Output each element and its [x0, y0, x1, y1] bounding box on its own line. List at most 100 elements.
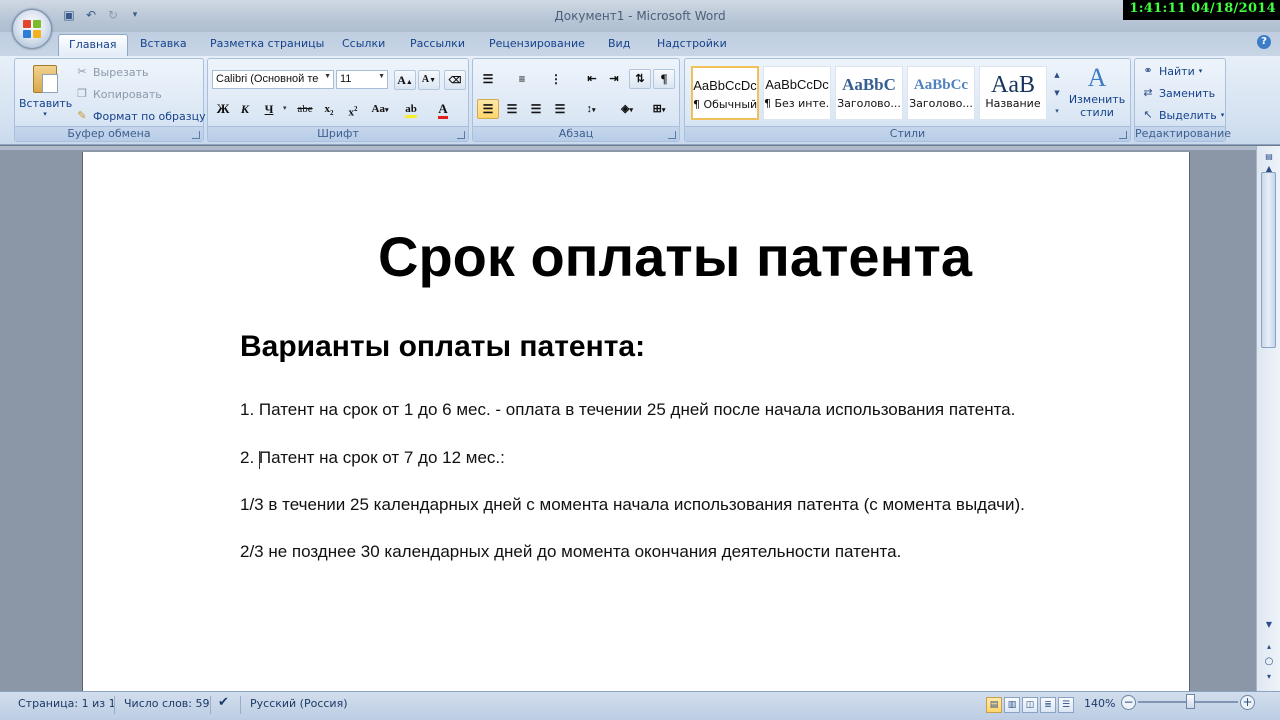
dialog-launcher-icon[interactable]	[668, 131, 676, 139]
tab-review[interactable]: Рецензирование	[489, 37, 585, 50]
italic-button[interactable]: К	[234, 99, 256, 119]
ruler-strip	[0, 146, 1256, 150]
zoom-level[interactable]: 140%	[1084, 697, 1115, 710]
print-layout-view-icon[interactable]: ▤	[986, 697, 1002, 713]
style-heading-2[interactable]: AaBbCc Заголово...	[907, 66, 975, 120]
align-center-button[interactable]: ☰	[501, 99, 523, 119]
vertical-scrollbar[interactable]: ▤ ▲ ▼ ▴ ○ ▾	[1256, 146, 1280, 691]
clock-overlay: 1:41:11 04/18/2014	[1123, 0, 1280, 20]
ribbon: Вставить ▾ ✂ Вырезать ❐ Копировать ✎ Формат…	[0, 56, 1280, 145]
style-name: Заголово...	[837, 97, 901, 110]
align-left-button[interactable]: ☰	[477, 99, 499, 119]
scroll-thumb[interactable]	[1261, 172, 1276, 348]
numbering-button[interactable]: ≡	[511, 69, 533, 89]
copy-label: Копировать	[93, 87, 162, 101]
justify-button[interactable]: ☰	[549, 99, 571, 119]
cut-button[interactable]: ✂ Вырезать	[75, 65, 148, 79]
replace-icon: ⇄	[1143, 86, 1153, 99]
zoom-slider-handle[interactable]	[1186, 694, 1195, 709]
bold-button[interactable]: Ж	[212, 99, 234, 119]
cut-label: Вырезать	[93, 65, 149, 79]
language-indicator[interactable]: Русский (Россия)	[250, 697, 348, 710]
tab-addins[interactable]: Надстройки	[657, 37, 727, 50]
draft-view-icon[interactable]: ☰	[1058, 697, 1074, 713]
find-label: Найти	[1159, 64, 1195, 78]
cursor-icon: ↖	[1143, 108, 1153, 121]
document-paragraph: 1/3 в течении 25 календарных дней с моме…	[240, 495, 1025, 514]
paragraph-group: ☰ ≡ ⋮ ⇤ ⇥ ⇅ ¶ ☰ ☰ ☰ ☰ ↕▾ ◈▾ ⊞▾ Абзац	[472, 58, 680, 142]
web-layout-icon[interactable]: ◫	[1022, 697, 1038, 713]
dialog-launcher-icon[interactable]	[457, 131, 465, 139]
proofing-icon[interactable]: ✔	[218, 695, 229, 710]
increase-indent-button[interactable]: ⇥	[603, 69, 625, 89]
styles-group-label: Стили	[685, 126, 1130, 141]
grow-font-button[interactable]: A▲	[394, 70, 416, 90]
show-formatting-button[interactable]: ¶	[653, 69, 675, 89]
full-screen-reading-icon[interactable]: ▥	[1004, 697, 1020, 713]
style-sample: AaBbCc	[913, 77, 969, 93]
tab-insert[interactable]: Вставка	[140, 37, 187, 50]
document-paragraph: 2. Патент на срок от 7 до 12 мес.:	[240, 448, 505, 467]
previous-page-icon[interactable]: ▴	[1262, 642, 1276, 654]
subscript-button[interactable]: x2	[318, 99, 340, 119]
style-no-spacing[interactable]: AaBbCcDc ¶ Без инте...	[763, 66, 831, 120]
style-sample: AaB	[991, 73, 1035, 97]
chevron-down-icon: ▼	[378, 73, 385, 80]
tab-home[interactable]: Главная	[58, 34, 128, 56]
borders-button[interactable]: ⊞▾	[645, 99, 673, 119]
browse-object-icon[interactable]: ○	[1262, 656, 1276, 668]
word-count[interactable]: Число слов: 59	[124, 697, 210, 710]
dialog-launcher-icon[interactable]	[1119, 131, 1127, 139]
change-styles-label: Изменить стили	[1068, 93, 1126, 119]
styles-scroll[interactable]: ▲ ▼ ▾	[1051, 66, 1063, 120]
page-count[interactable]: Страница: 1 из 1	[18, 697, 116, 710]
dialog-launcher-icon[interactable]	[192, 131, 200, 139]
font-name-input[interactable]: Calibri (Основной те ▼	[212, 70, 334, 89]
outline-view-icon[interactable]: ≣	[1040, 697, 1056, 713]
decrease-indent-button[interactable]: ⇤	[581, 69, 603, 89]
clear-format-button[interactable]: ⌫	[444, 70, 466, 90]
change-styles-button[interactable]: A Изменить стили	[1067, 63, 1127, 123]
ruler-toggle-icon[interactable]: ▤	[1262, 152, 1276, 164]
find-button[interactable]: ⚭ Найти ▾	[1141, 64, 1202, 78]
strikethrough-button[interactable]: abe	[294, 99, 316, 119]
style-normal[interactable]: AaBbCcDc ¶ Обычный	[691, 66, 759, 120]
office-logo-icon	[23, 20, 41, 38]
document-paragraph: 2/3 не позднее 30 календарных дней до мо…	[240, 542, 902, 561]
font-size-input[interactable]: 11 ▼	[336, 70, 388, 89]
multilevel-list-button[interactable]: ⋮	[545, 69, 567, 89]
format-painter-button[interactable]: ✎ Формат по образцу	[75, 109, 205, 123]
tab-page-layout[interactable]: Разметка страницы	[210, 37, 324, 50]
sort-button[interactable]: ⇅	[629, 69, 651, 89]
scroll-down-arrow[interactable]: ▼	[1262, 620, 1276, 632]
tab-references[interactable]: Ссылки	[342, 37, 385, 50]
line-spacing-button[interactable]: ↕▾	[577, 99, 605, 119]
change-case-button[interactable]: Aa▾	[366, 99, 394, 119]
style-title[interactable]: AaB Название	[979, 66, 1047, 120]
font-color-button[interactable]: A	[432, 99, 454, 119]
chevron-down-icon[interactable]: ▾	[283, 104, 287, 112]
paste-button[interactable]: Вставить ▾	[19, 63, 72, 123]
help-icon[interactable]: ?	[1257, 35, 1271, 49]
document-paragraph: 1. Патент на срок от 1 до 6 мес. - оплат…	[240, 400, 1016, 419]
shading-button[interactable]: ◈▾	[613, 99, 641, 119]
bullets-button[interactable]: ☰	[477, 69, 499, 89]
underline-button[interactable]: Ч	[258, 99, 280, 119]
replace-button[interactable]: ⇄ Заменить	[1141, 86, 1215, 100]
style-heading-1[interactable]: AaBbC Заголово...	[835, 66, 903, 120]
chevron-down-icon: ▾	[43, 110, 47, 118]
superscript-button[interactable]: x2	[342, 99, 364, 119]
select-button[interactable]: ↖ Выделить ▾	[1141, 108, 1224, 122]
next-page-icon[interactable]: ▾	[1262, 672, 1276, 684]
zoom-in-icon[interactable]: +	[1240, 695, 1255, 710]
style-sample: AaBbCcDc	[693, 78, 757, 93]
align-right-button[interactable]: ☰	[525, 99, 547, 119]
tab-view[interactable]: Вид	[608, 37, 630, 50]
highlight-button[interactable]: ab	[400, 99, 422, 119]
shrink-font-button[interactable]: A▼	[418, 70, 440, 90]
copy-button[interactable]: ❐ Копировать	[75, 87, 162, 101]
style-name: ¶ Обычный	[693, 98, 757, 111]
office-button[interactable]	[12, 9, 52, 49]
tab-mailings[interactable]: Рассылки	[410, 37, 465, 50]
zoom-out-icon[interactable]: −	[1121, 695, 1136, 710]
